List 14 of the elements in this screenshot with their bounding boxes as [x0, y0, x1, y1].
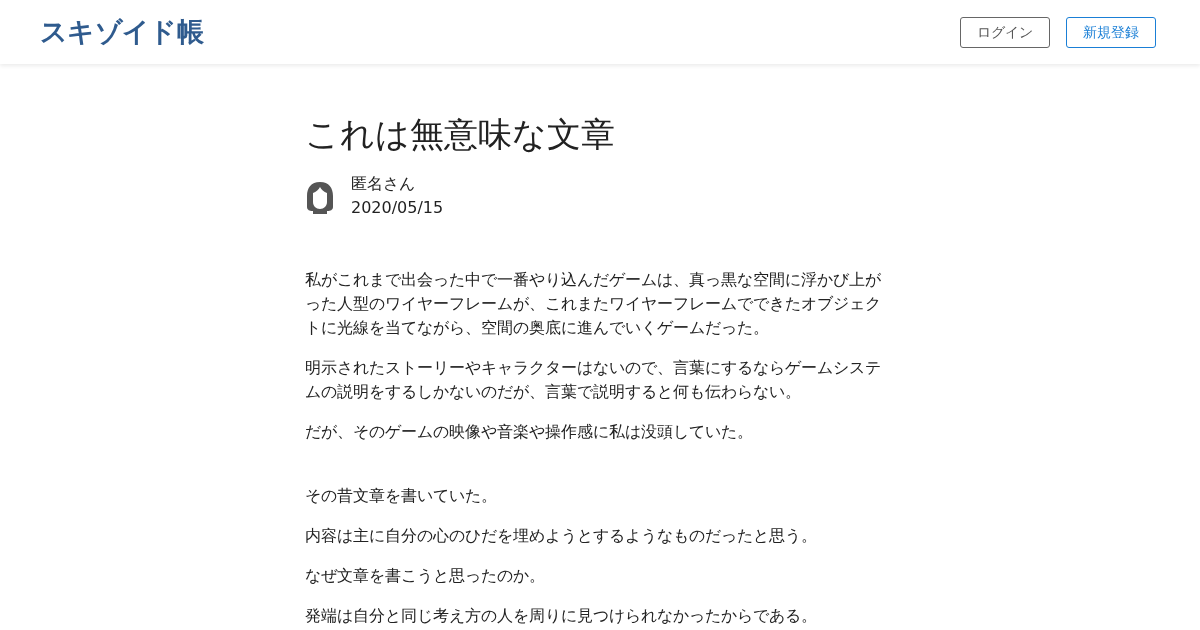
paragraph: 内容は主に自分の心のひだを埋めようとするようなものだったと思う。 [305, 526, 818, 547]
paragraph: その昔文章を書いていた。 [305, 486, 498, 507]
signup-button[interactable]: 新規登録 [1066, 16, 1156, 48]
paragraph: 発端は自分と同じ考え方の人を周りに見つけられなかったからである。 [305, 606, 818, 627]
avatar-icon [305, 181, 335, 215]
author-name: 匿名さん [351, 173, 416, 195]
login-button[interactable]: ログイン [960, 16, 1050, 48]
post-date: 2020/05/15 [351, 197, 444, 219]
site-logo[interactable]: スキゾイド帳 [40, 11, 203, 53]
paragraph: なぜ文章を書こうと思ったのか。 [305, 566, 546, 587]
article-title: これは無意味な文章 [305, 113, 616, 156]
paragraph: だが、そのゲームの映像や音楽や操作感に私は没頭していた。 [305, 422, 754, 443]
paragraph: 明示されたストーリーやキャラクターはないので、言葉にするならゲームシステムの説明をするしかないのだが、言葉で説明すると何も伝わらない。 [305, 358, 882, 403]
paragraph: 私がこれまで出会った中で一番やり込んだゲームは、真っ黒な空間に浮かび上がった人型のワイヤーフレームが、これまたワイヤーフレームでできたオブジェクトに光線を当てながら、空間の奥底に進んでいくゲームだった。 [305, 270, 882, 339]
